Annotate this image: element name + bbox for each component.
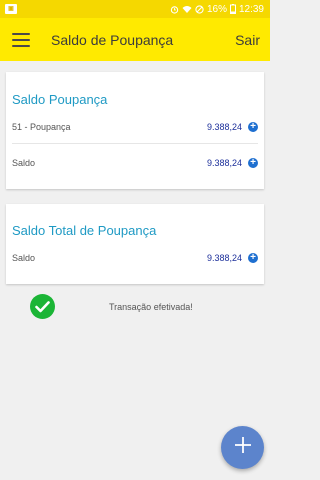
app-notification-icon: ▣ <box>5 4 17 14</box>
hamburger-menu-icon[interactable] <box>12 32 30 47</box>
total-savings-card: Saldo Total de Poupança Saldo 9.388,24 + <box>6 204 264 284</box>
expand-plus-icon[interactable]: + <box>248 158 258 168</box>
balance-row-label: Saldo <box>12 158 36 168</box>
total-card-title: Saldo Total de Poupança <box>12 223 157 238</box>
savings-row-value: 9.388,24 <box>206 122 242 132</box>
savings-row-right: 9.388,24 + <box>207 122 258 132</box>
expand-plus-icon[interactable]: + <box>248 122 258 132</box>
divider <box>12 143 258 144</box>
battery-icon <box>229 4 236 14</box>
savings-card-title: Saldo Poupança <box>12 92 108 107</box>
app-bar: Saldo de Poupança Sair <box>0 18 270 61</box>
add-fab-button[interactable] <box>221 426 264 469</box>
wifi-icon <box>182 5 192 14</box>
savings-row[interactable]: 51 - Poupança 9.388,24 + <box>12 121 258 133</box>
alarm-icon <box>170 5 179 14</box>
page-title: Saldo de Poupança <box>51 31 174 48</box>
clock: 12:39 <box>238 3 264 15</box>
do-not-disturb-icon <box>195 4 204 14</box>
balance-row-value: 9.388,24 <box>206 158 242 168</box>
total-balance-row[interactable]: Saldo 9.388,24 + <box>12 252 258 264</box>
logout-button[interactable]: Sair <box>235 32 260 48</box>
total-row-right: 9.388,24 + <box>207 253 258 263</box>
savings-card: Saldo Poupança 51 - Poupança 9.388,24 + … <box>6 72 264 189</box>
total-row-value: 9.388,24 <box>206 253 242 263</box>
plus-icon <box>234 436 252 459</box>
total-row-label: Saldo <box>12 253 36 263</box>
status-left: ▣ <box>5 4 17 14</box>
savings-row-label: 51 - Poupança <box>12 122 71 132</box>
success-text: Transação efetivada! <box>109 301 193 312</box>
check-circle-icon <box>30 294 55 319</box>
status-right: 16% 12:39 <box>170 4 264 15</box>
battery-percent: 16% <box>206 3 227 15</box>
balance-row-right: 9.388,24 + <box>207 158 258 168</box>
success-message: Transação efetivada! <box>30 294 240 319</box>
status-bar: ▣ 16% 12:39 <box>0 0 270 18</box>
expand-plus-icon[interactable]: + <box>248 253 258 263</box>
balance-row[interactable]: Saldo 9.388,24 + <box>12 157 258 169</box>
